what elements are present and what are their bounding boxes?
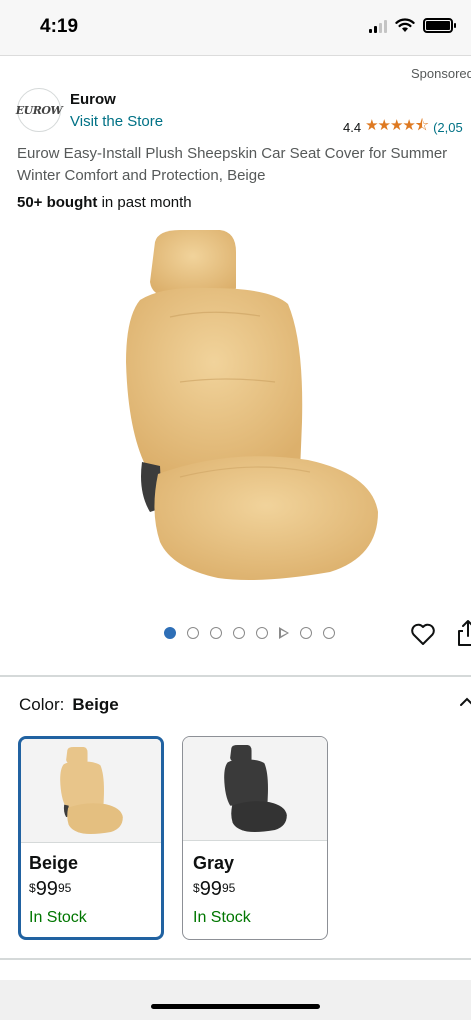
star-rating-icon: ★★★★⯪ xyxy=(365,117,429,134)
beige-seat-thumbnail-icon xyxy=(60,746,123,834)
status-bar: 4:19 xyxy=(0,0,471,56)
section-divider xyxy=(0,675,471,677)
bought-suffix: in past month xyxy=(97,194,192,211)
home-indicator[interactable] xyxy=(151,1004,320,1009)
swatch-image xyxy=(21,739,161,843)
rating-summary[interactable]: 4.4 ★★★★⯪ (2,05 xyxy=(343,115,463,140)
price-cents: 95 xyxy=(57,881,72,895)
wifi-icon xyxy=(395,18,415,32)
color-label: Color: xyxy=(19,695,65,714)
carousel-dot[interactable] xyxy=(210,627,222,639)
product-title[interactable]: Eurow Easy-Install Plush Sheepskin Car S… xyxy=(17,143,471,187)
carousel-dot[interactable] xyxy=(187,627,199,639)
price-symbol: $ xyxy=(29,881,36,895)
swatch-name: Beige xyxy=(29,853,79,873)
color-selected-value: Beige xyxy=(72,695,119,714)
bought-in-past-month: 50+ bought in past month xyxy=(17,194,192,211)
car-seat-image[interactable] xyxy=(110,222,390,592)
carousel-dot[interactable] xyxy=(256,627,268,639)
swatch-stock-status: In Stock xyxy=(29,909,87,926)
color-option-beige[interactable]: Beige $99 95 In Stock xyxy=(18,736,164,940)
chevron-up-icon[interactable] xyxy=(459,694,471,710)
color-option-gray[interactable]: Gray $99 95 In Stock xyxy=(182,736,328,940)
video-play-icon[interactable] xyxy=(279,627,289,639)
price-whole: 99 xyxy=(199,878,222,900)
section-divider xyxy=(0,958,471,960)
brand-logo[interactable]: EUROW xyxy=(16,88,63,132)
image-carousel-dots[interactable] xyxy=(164,627,335,639)
rating-value: 4.4 xyxy=(343,120,362,135)
bottom-bar xyxy=(0,980,471,1020)
brand-name: Eurow xyxy=(70,91,116,108)
status-time: 4:19 xyxy=(40,16,79,37)
bought-count: 50+ bought xyxy=(17,194,98,211)
swatch-price: $99 95 xyxy=(29,878,71,901)
visit-store-link[interactable]: Visit the Store xyxy=(70,113,163,130)
rating-count[interactable]: (2,05 xyxy=(433,120,463,135)
carousel-dot[interactable] xyxy=(164,627,176,639)
carousel-dot[interactable] xyxy=(300,627,312,639)
carousel-dot[interactable] xyxy=(323,627,335,639)
carousel-dot[interactable] xyxy=(233,627,245,639)
color-selector-header[interactable]: Color: Beige xyxy=(19,695,119,715)
sponsored-label: Sponsored xyxy=(411,66,471,81)
swatch-image xyxy=(183,737,327,841)
swatch-name: Gray xyxy=(193,853,235,873)
gray-seat-thumbnail-icon xyxy=(224,744,287,832)
battery-icon xyxy=(423,18,456,33)
swatch-price: $99 95 xyxy=(193,878,235,901)
price-whole: 99 xyxy=(35,878,58,900)
status-icons xyxy=(369,18,456,33)
heart-icon[interactable] xyxy=(409,620,437,648)
swatch-stock-status: In Stock xyxy=(193,909,251,926)
price-symbol: $ xyxy=(193,881,200,895)
share-icon[interactable] xyxy=(456,618,471,648)
cellular-signal-icon xyxy=(369,19,387,33)
price-cents: 95 xyxy=(221,881,236,895)
